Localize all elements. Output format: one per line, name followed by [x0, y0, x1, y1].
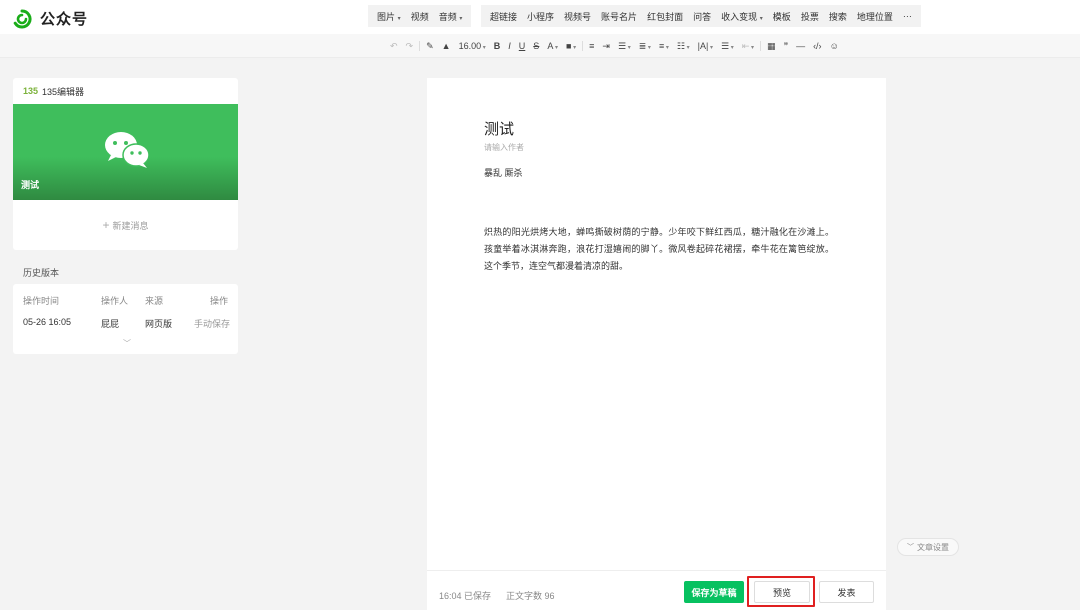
cell-time: 05-26 16:05 — [23, 317, 72, 327]
editor-135-logo: 135 — [23, 86, 39, 96]
article-list-card: 135 135编辑器 测试 + 新建消息 — [13, 78, 238, 250]
save-status: 16:04 已保存 — [439, 591, 492, 601]
font-size-select[interactable]: 16.00 ▾ — [455, 41, 490, 51]
toolbar-divider — [760, 41, 762, 51]
new-message-button[interactable]: + 新建消息 — [13, 218, 238, 232]
plus-icon: + — [102, 218, 110, 232]
chevron-down-icon: ﹀ — [907, 544, 914, 551]
menu-monetization[interactable]: 收入变现 ▾ — [716, 10, 768, 23]
divider-icon[interactable]: — — [792, 41, 809, 51]
menu-search[interactable]: 搜索 — [824, 10, 852, 23]
menu-red-packet-cover[interactable]: 红包封面 — [642, 10, 688, 23]
list-icon[interactable]: ☰ ▾ — [717, 41, 738, 52]
editor-footer-bar: 16:04 已保存 正文字数 96 保存为草稿 预览 发表 — [427, 570, 886, 610]
author-input[interactable]: 请输入作者 — [484, 142, 524, 153]
code-icon[interactable]: ‹/› — [809, 41, 826, 51]
article-title-input[interactable]: 测试 — [484, 118, 514, 139]
redo-icon[interactable]: ↷ — [402, 41, 418, 52]
toolbar-divider — [419, 41, 421, 51]
italic-icon[interactable]: I — [504, 41, 515, 51]
cell-operator: 屁屁 — [101, 319, 120, 329]
menu-account-card[interactable]: 账号名片 — [596, 10, 642, 23]
editor-135-label: 135编辑器 — [42, 86, 85, 97]
header-operator: 操作人 — [101, 296, 129, 306]
menu-channels[interactable]: 视频号 — [559, 10, 596, 23]
wechat-mp-logo-icon — [13, 9, 32, 28]
header-source: 来源 — [145, 296, 164, 306]
publish-button[interactable]: 发表 — [819, 581, 874, 603]
menu-video[interactable]: 视频 — [406, 10, 434, 23]
line-height-icon[interactable]: ≣ ▾ — [635, 41, 655, 52]
header-time: 操作时间 — [23, 296, 60, 306]
align-center-icon[interactable]: ☰ ▾ — [614, 41, 635, 52]
chevron-down-icon[interactable]: ﹀ — [123, 338, 131, 349]
bold-icon[interactable]: B — [490, 41, 505, 51]
quote-icon[interactable]: ” — [780, 41, 793, 51]
header-action: 操作 — [210, 296, 229, 306]
article-cover-thumbnail[interactable]: 测试 — [13, 104, 238, 200]
outdent-icon[interactable]: ⇤ ▾ — [738, 41, 758, 52]
cell-source: 网页版 — [145, 319, 173, 329]
top-bar: 公众号 图片 ▾ 视频 音频 ▾ 超链接 小程序 视频号 账号名片 红包封面 问… — [0, 0, 1080, 34]
menu-more[interactable]: ··· — [898, 11, 917, 21]
app-title: 公众号 — [40, 11, 89, 28]
article-digest[interactable]: 暴乱 厮杀 — [484, 166, 523, 179]
menu-template[interactable]: 模板 — [768, 10, 796, 23]
insert-content-menu: 超链接 小程序 视频号 账号名片 红包封面 问答 收入变现 ▾ 模板 投票 搜索… — [481, 5, 921, 27]
article-settings-button[interactable]: ﹀ 文章设置 — [897, 538, 959, 556]
cover-article-title: 测试 — [21, 180, 40, 190]
chevron-down-icon: ▾ — [481, 45, 486, 51]
menu-qa[interactable]: 问答 — [688, 10, 716, 23]
menu-mini-program[interactable]: 小程序 — [522, 10, 559, 23]
chevron-down-icon: ▾ — [758, 15, 763, 22]
menu-vote[interactable]: 投票 — [796, 10, 824, 23]
chevron-down-icon: ▾ — [396, 15, 401, 22]
letter-spacing-icon[interactable]: |A| ▾ — [694, 41, 717, 51]
article-editor: 测试 请输入作者 暴乱 厮杀 炽热的阳光烘烤大地，蝉鸣撕破树荫的宁静。少年咬下鲜… — [427, 78, 886, 570]
align-justify-icon[interactable]: ≡ — [585, 41, 598, 51]
wechat-icon — [105, 132, 150, 168]
emoji-icon[interactable]: ☺ — [826, 41, 843, 51]
history-versions-title: 历史版本 — [23, 268, 60, 278]
format-toolbar: ↶ ↷ ✎ ▲ 16.00 ▾ B I U S A ▾ ■ ▾ ≡ ⇥ ☰ ▾ … — [0, 34, 1080, 58]
history-versions-table: 操作时间 操作人 来源 操作 05-26 16:05 屁屁 网页版 手动保存 ﹀ — [13, 284, 238, 354]
background-color-icon[interactable]: ■ ▾ — [562, 41, 580, 51]
menu-hyperlink[interactable]: 超链接 — [485, 10, 522, 23]
toolbar-divider — [582, 41, 584, 51]
indent-icon[interactable]: ⇥ — [598, 41, 614, 52]
chevron-down-icon: ▾ — [457, 15, 463, 22]
menu-image[interactable]: 图片 ▾ — [372, 10, 406, 23]
font-color-icon[interactable]: A ▾ — [543, 41, 562, 51]
paragraph-spacing-icon[interactable]: ≡ ▾ — [655, 41, 673, 51]
insert-media-menu: 图片 ▾ 视频 音频 ▾ — [368, 5, 472, 27]
table-icon[interactable]: ▦ — [763, 41, 780, 52]
underline-icon[interactable]: U — [515, 41, 530, 51]
save-draft-button[interactable]: 保存为草稿 — [684, 581, 744, 603]
format-brush-icon[interactable]: ✎ — [422, 41, 438, 52]
menu-location[interactable]: 地理位置 — [852, 10, 898, 23]
undo-icon[interactable]: ↶ — [386, 41, 402, 52]
space-after-icon[interactable]: ☷ ▾ — [673, 41, 694, 52]
app-logo[interactable]: 公众号 — [12, 8, 88, 29]
clear-format-icon[interactable]: ▲ — [438, 41, 455, 51]
cell-action: 手动保存 — [194, 319, 231, 329]
menu-audio[interactable]: 音频 ▾ — [434, 10, 468, 23]
third-party-editor-header[interactable]: 135 135编辑器 — [13, 78, 238, 104]
article-body[interactable]: 炽热的阳光烘烤大地，蝉鸣撕破树荫的宁静。少年咬下鲜红西瓜，糖汁融化在沙滩上。孩童… — [484, 224, 834, 275]
strikethrough-icon[interactable]: S — [529, 41, 543, 51]
word-count: 正文字数 96 — [506, 591, 555, 601]
preview-button[interactable]: 预览 — [754, 581, 810, 603]
